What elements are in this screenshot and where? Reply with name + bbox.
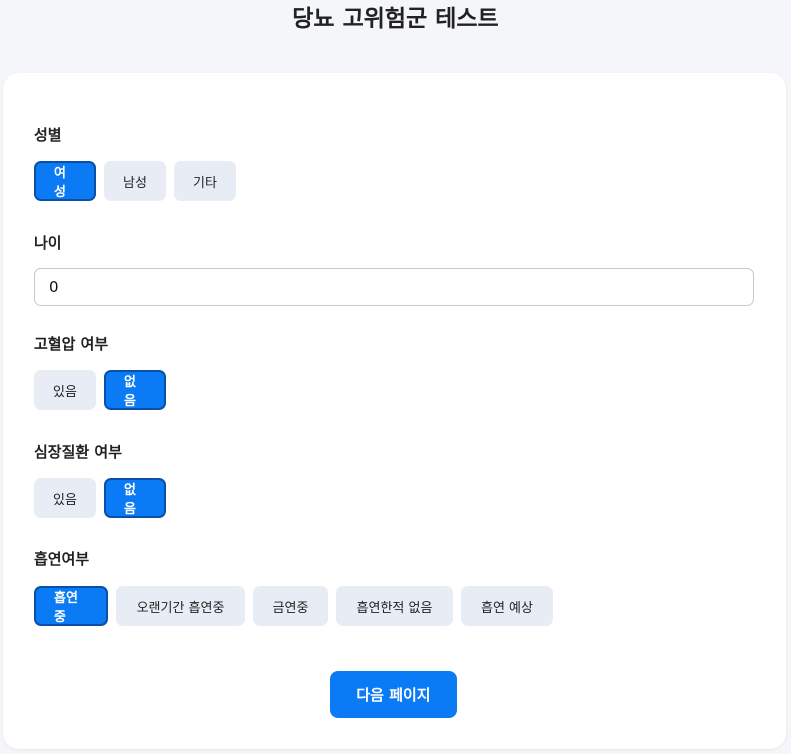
smoking-options: 흡연중 오랜기간 흡연중 금연중 흡연한적 없음 흡연 예상 xyxy=(34,586,553,626)
hypertension-option-no[interactable]: 없음 xyxy=(104,370,166,410)
heart-disease-options: 있음 없음 xyxy=(34,478,166,518)
heart-disease-label: 심장질환 여부 xyxy=(34,443,123,461)
gender-option-male[interactable]: 남성 xyxy=(104,161,166,201)
age-label: 나이 xyxy=(34,234,62,252)
gender-options: 여성 남성 기타 xyxy=(34,161,236,201)
smoking-option-long-term[interactable]: 오랜기간 흡연중 xyxy=(116,586,245,626)
hypertension-options: 있음 없음 xyxy=(34,370,166,410)
gender-option-other[interactable]: 기타 xyxy=(174,161,236,201)
gender-option-female[interactable]: 여성 xyxy=(34,161,96,201)
heart-disease-option-no[interactable]: 없음 xyxy=(104,478,166,518)
smoking-option-quit[interactable]: 금연중 xyxy=(253,586,328,626)
smoking-option-current[interactable]: 흡연중 xyxy=(34,586,108,626)
smoking-option-never[interactable]: 흡연한적 없음 xyxy=(336,586,453,626)
gender-label: 성별 xyxy=(34,126,62,144)
hypertension-option-yes[interactable]: 있음 xyxy=(34,370,96,410)
form-card: 성별 여성 남성 기타 나이 0 고혈압 여부 있음 없음 심장질환 여부 있음… xyxy=(3,73,786,749)
heart-disease-option-yes[interactable]: 있음 xyxy=(34,478,96,518)
smoking-label: 흡연여부 xyxy=(34,550,90,568)
next-page-button[interactable]: 다음 페이지 xyxy=(330,671,457,718)
page-title: 당뇨 고위험군 테스트 xyxy=(292,6,499,32)
smoking-option-expected[interactable]: 흡연 예상 xyxy=(461,586,553,626)
hypertension-label: 고혈압 여부 xyxy=(34,335,109,353)
age-input[interactable]: 0 xyxy=(34,268,754,306)
